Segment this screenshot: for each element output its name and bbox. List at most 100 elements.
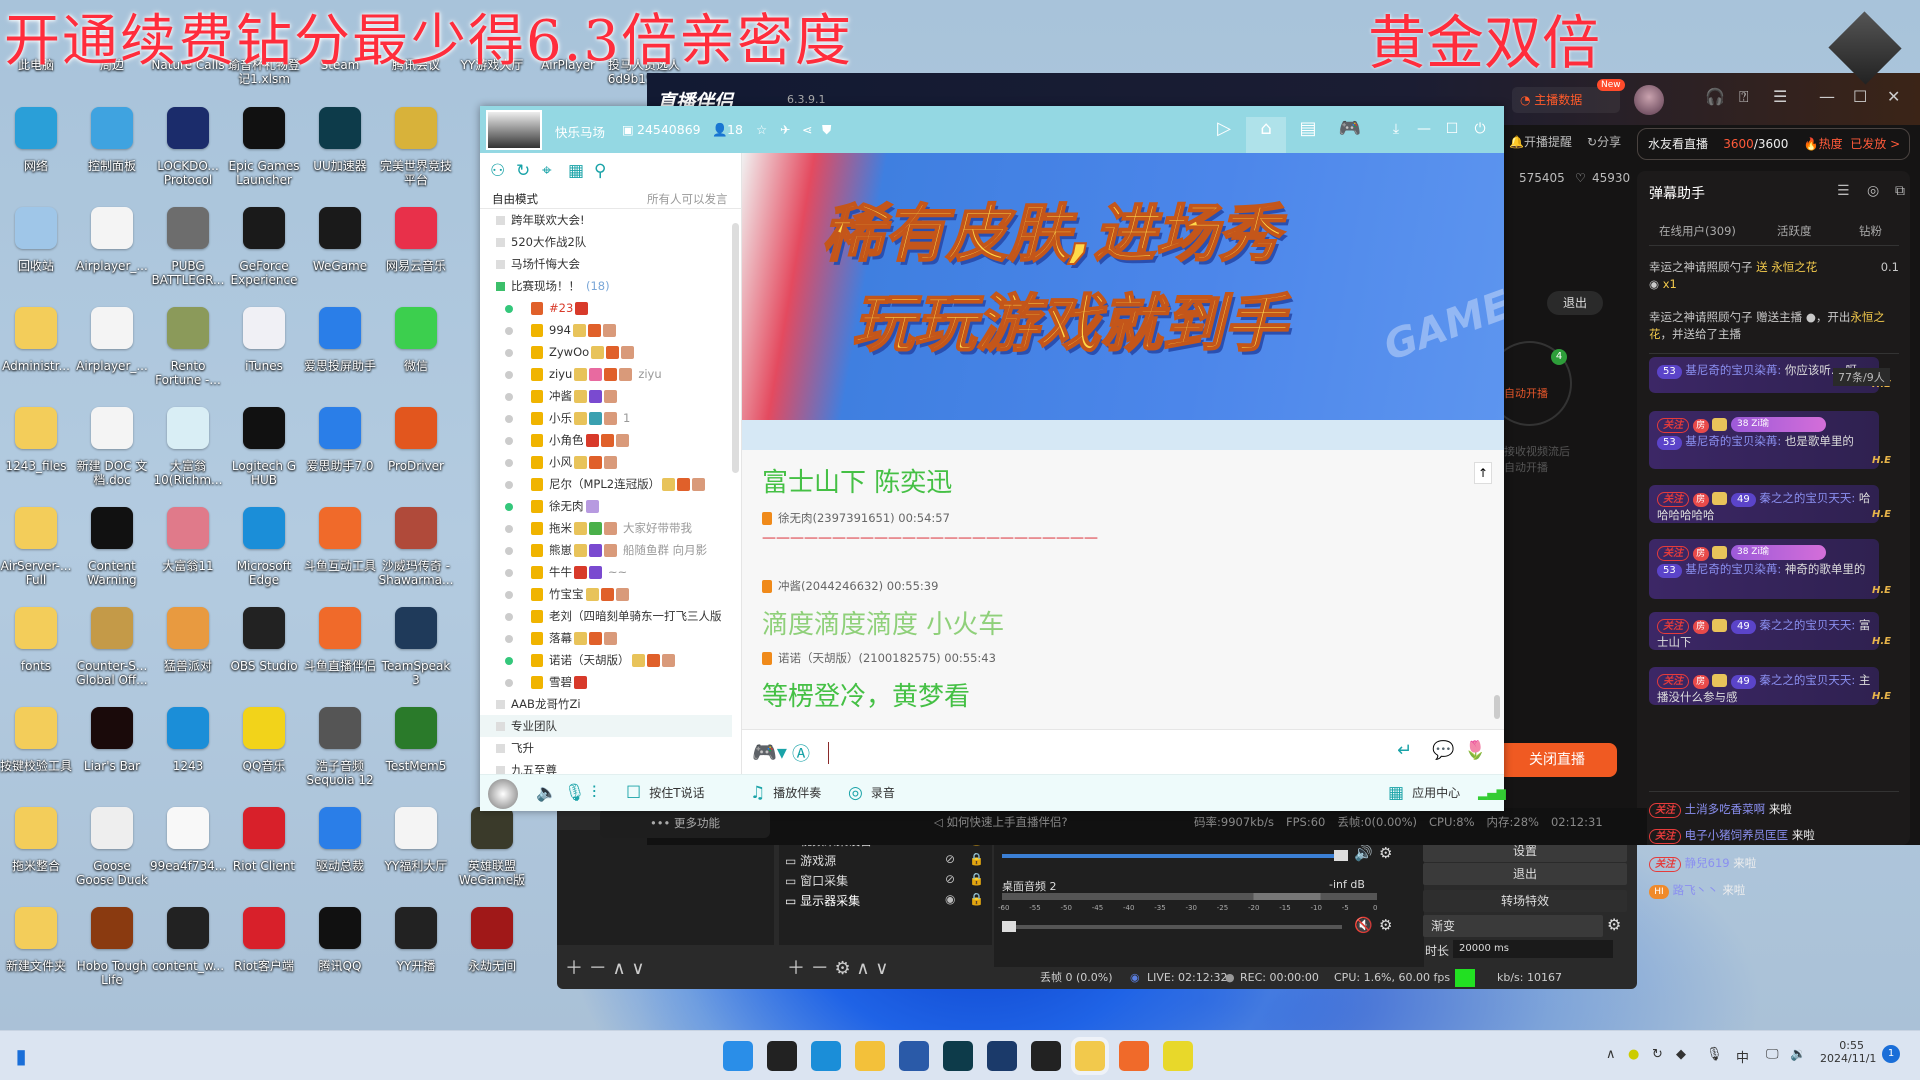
desktop-icon[interactable]: 永劫无间 bbox=[454, 907, 530, 973]
text-cursor[interactable] bbox=[828, 742, 829, 764]
follow-tag[interactable]: 关注 bbox=[1657, 418, 1689, 433]
source-item[interactable]: ▭ 显示器采集 ◉ 🔒 bbox=[785, 892, 990, 909]
source-item[interactable]: ▭ 游戏源 ⊘ 🔒 bbox=[785, 852, 990, 869]
notification-badge[interactable]: 1 bbox=[1882, 1045, 1900, 1063]
desktop-icon[interactable]: TeamSpeak 3 bbox=[378, 607, 454, 687]
widgets-icon[interactable]: ▮ bbox=[6, 1041, 36, 1071]
gear-icon[interactable]: ⚙ bbox=[1379, 844, 1392, 862]
menu-icon[interactable]: ☰ bbox=[1773, 87, 1787, 106]
desktop-icon[interactable]: 大富翁11 bbox=[150, 507, 226, 573]
member-row[interactable]: 小角色 bbox=[480, 429, 732, 451]
desktop-icon[interactable]: UU加速器 bbox=[302, 107, 378, 173]
desktop-icon[interactable]: 1243 bbox=[150, 707, 226, 773]
store-icon[interactable] bbox=[899, 1041, 929, 1071]
member-row[interactable]: 老刘（四暗刻单骑东一打飞三人版 bbox=[480, 605, 732, 627]
desktop-icon[interactable]: 1243_files bbox=[0, 407, 74, 473]
member-row[interactable]: 牛牛 ~~ bbox=[480, 561, 732, 583]
tab-online-users[interactable]: 在线用户(309) bbox=[1659, 223, 1736, 239]
desktop-icon[interactable]: Liar's Bar bbox=[74, 707, 150, 773]
channel-group[interactable]: 马场忏悔大会 bbox=[480, 253, 732, 275]
danmaku-card[interactable]: 关注 房 49 秦之之的宝贝天天: 哈哈哈哈哈哈 H.E bbox=[1649, 485, 1891, 523]
issued-link[interactable]: 已发放 > bbox=[1850, 137, 1900, 151]
display-icon[interactable]: 🖵 bbox=[1766, 1047, 1779, 1062]
desktop-icon[interactable]: 网易云音乐 bbox=[378, 207, 454, 273]
member-row[interactable]: ZywOo bbox=[480, 341, 732, 363]
eye-hidden-icon[interactable]: ⊘ bbox=[945, 872, 955, 886]
member-row[interactable]: ziyu ziyu bbox=[480, 363, 732, 385]
water-friends-panel[interactable]: 水友看直播 3600/3600 🔥热度 已发放 > bbox=[1637, 128, 1910, 160]
promo-banner[interactable]: 稀有皮肤,进场秀 玩玩游戏就到手 GAME bbox=[742, 153, 1504, 420]
desktop-icon[interactable]: content_w... bbox=[150, 907, 226, 973]
desktop-icon[interactable]: 斗鱼直播伴侣 bbox=[302, 607, 378, 673]
exit-button[interactable]: 退出 bbox=[1547, 291, 1603, 315]
desktop-icon[interactable]: Logitech G HUB bbox=[226, 407, 302, 487]
tray-sync-icon[interactable]: ↻ bbox=[1652, 1047, 1663, 1062]
share-icon[interactable]: ⋖ bbox=[802, 122, 812, 137]
search-icon[interactable]: ⚲ bbox=[594, 161, 606, 181]
danmaku-card[interactable]: 关注 房 38 Zi瑜 53 基尼奇的宝贝染苒: 神奇的歌单里的 H.E bbox=[1649, 539, 1891, 599]
headset-icon[interactable]: 🎧 bbox=[1705, 87, 1725, 106]
report-icon[interactable]: ⛊ bbox=[822, 122, 831, 138]
desktop-icon[interactable]: 沙威玛传奇 - Shawarma... bbox=[378, 507, 454, 587]
user-icon[interactable]: ⚇ bbox=[490, 161, 505, 181]
refresh-icon[interactable]: ↻ bbox=[516, 161, 530, 181]
desktop-icon[interactable]: 爱思助手7.0 bbox=[302, 407, 378, 473]
tree-scrollbar[interactable] bbox=[732, 223, 739, 473]
member-row[interactable]: 诺诺（天胡版） bbox=[480, 649, 732, 671]
douyu-icon[interactable] bbox=[1119, 1041, 1149, 1071]
slider-handle[interactable] bbox=[1334, 850, 1348, 861]
clock[interactable]: 0:55 2024/11/1 bbox=[1820, 1039, 1876, 1065]
desktop-icon[interactable]: 猛兽派对 bbox=[150, 607, 226, 673]
desktop-icon[interactable]: 英雄联盟WeGame版 bbox=[454, 807, 530, 887]
speaker-icon[interactable]: 🔈 bbox=[536, 775, 565, 812]
obs-icon[interactable] bbox=[1031, 1041, 1061, 1071]
push-to-talk-button[interactable]: ☐ 按住T说话 bbox=[626, 775, 705, 812]
entry-tag[interactable]: 关注 bbox=[1649, 857, 1681, 872]
desktop-icon[interactable]: Rento Fortune -... bbox=[150, 307, 226, 387]
danmaku-user[interactable]: 秦之之的宝贝天天: bbox=[1759, 618, 1855, 632]
speaker-icon[interactable]: 🔊 bbox=[1354, 844, 1373, 862]
desktop-icon[interactable]: Counter-S... Global Off... bbox=[74, 607, 150, 687]
follow-tag[interactable]: 关注 bbox=[1657, 492, 1689, 507]
entry-user[interactable]: 静兒619 bbox=[1685, 856, 1730, 870]
notice-icon[interactable]: ▦ bbox=[568, 161, 584, 181]
list-icon[interactable]: ☰ bbox=[1837, 183, 1850, 199]
danmaku-user[interactable]: 基尼奇的宝贝染苒: bbox=[1685, 434, 1781, 448]
entry-user[interactable]: 电子小猪饲养员匡匡 bbox=[1685, 828, 1789, 842]
video-icon[interactable]: ▷ bbox=[1204, 117, 1244, 153]
desktop-icon[interactable]: fonts bbox=[0, 607, 74, 673]
member-row[interactable]: 拖米 大家好带带我 bbox=[480, 517, 732, 539]
text-style-icon[interactable]: Ⓐ bbox=[792, 740, 810, 766]
entry-user[interactable]: 土消多吃香菜啊 bbox=[1685, 802, 1766, 816]
desktop-icon[interactable]: 控制面板 bbox=[74, 107, 150, 173]
desktop-icon[interactable]: QQ音乐 bbox=[226, 707, 302, 773]
member-row[interactable]: 小风 bbox=[480, 451, 732, 473]
game-emoji-icon[interactable]: 🎮▾ bbox=[752, 740, 787, 764]
power-button[interactable]: ⏻ bbox=[1460, 117, 1500, 153]
board-icon[interactable]: ▤ bbox=[1288, 117, 1328, 153]
yy-icon[interactable] bbox=[1071, 1037, 1109, 1075]
volume-icon[interactable]: 🔉 bbox=[1790, 1047, 1806, 1062]
danmaku-user[interactable]: 秦之之的宝贝天天: bbox=[1759, 673, 1855, 687]
desktop-icon[interactable]: YY开播 bbox=[378, 907, 454, 973]
entry-user[interactable]: 路飞丶丶 bbox=[1673, 883, 1719, 897]
desktop-icon[interactable]: 新建 DOC 文档.doc bbox=[74, 407, 150, 487]
desktop-icon[interactable]: OBS Studio bbox=[226, 607, 302, 673]
desktop-icon[interactable]: 浩子音频 Sequoia 12 bbox=[302, 707, 378, 787]
member-row[interactable]: 尼尔（MPL2连冠版） bbox=[480, 473, 732, 495]
eye-hidden-icon[interactable]: ⊘ bbox=[945, 852, 955, 866]
bubble-icon[interactable]: 💬 bbox=[1432, 740, 1454, 761]
gear-icon[interactable]: ⚙ bbox=[1379, 916, 1392, 934]
follow-tag[interactable]: 关注 bbox=[1657, 674, 1689, 689]
desktop-icon[interactable]: 斗鱼互动工具 bbox=[302, 507, 378, 573]
show-hidden-icons[interactable]: ∧ bbox=[1606, 1047, 1616, 1062]
avatar[interactable] bbox=[1634, 85, 1664, 115]
exit-button[interactable]: 退出 bbox=[1423, 863, 1627, 885]
channel-group[interactable]: AAB龙哥竹Zi bbox=[480, 693, 732, 715]
help-icon[interactable]: ⍰ bbox=[1739, 87, 1749, 107]
play-music-button[interactable]: ♫ 播放伴奏 bbox=[750, 775, 821, 812]
danmaku-user[interactable]: 基尼奇的宝贝染苒: bbox=[1685, 562, 1781, 576]
desktop-icon[interactable]: YY福利大厅 bbox=[378, 807, 454, 873]
follow-tag[interactable]: 关注 bbox=[1657, 619, 1689, 634]
chat-input-area[interactable]: 🎮▾ Ⓐ ↵ 💬 🌷 bbox=[742, 729, 1504, 774]
